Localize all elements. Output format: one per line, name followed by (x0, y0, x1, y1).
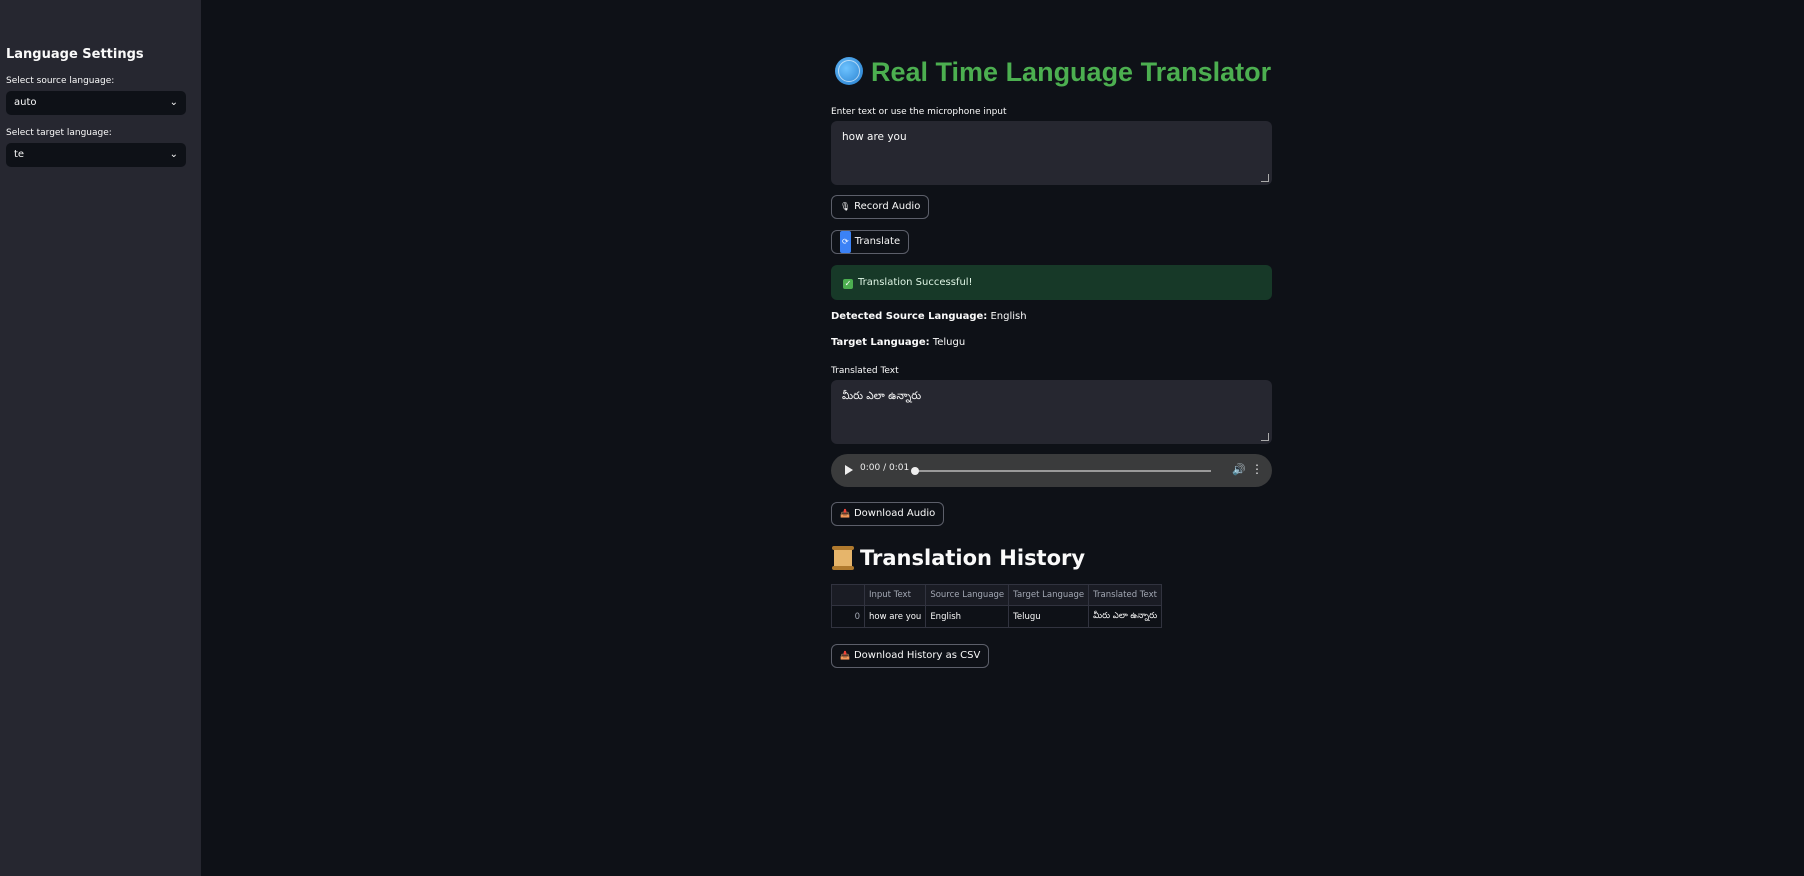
column-header-translated-text[interactable]: Translated Text (1088, 584, 1163, 606)
table-cell[interactable]: Telugu (1008, 605, 1090, 628)
target-language-info-value: Telugu (932, 337, 966, 348)
input-text: how are you (842, 131, 907, 143)
output-textarea[interactable]: మీరు ఎలా ఉన్నారు (831, 380, 1272, 444)
history-table: Input Text Source Language Target Langua… (831, 584, 1163, 628)
download-icon: 📥 (840, 651, 850, 660)
scroll-icon (832, 546, 854, 570)
target-language-info-label: Target Language: (831, 337, 930, 348)
detected-language: Detected Source Language: English (831, 311, 1027, 322)
sidebar-title: Language Settings (6, 47, 144, 62)
detected-language-value: English (990, 311, 1027, 322)
sidebar: Language Settings Select source language… (0, 0, 201, 876)
success-text: Translation Successful! (858, 277, 973, 288)
translate-label: Translate (854, 236, 901, 247)
target-language-label: Select target language: (6, 128, 112, 138)
input-label: Enter text or use the microphone input (831, 107, 1007, 117)
chevron-down-icon: ⌄ (169, 97, 178, 108)
table-cell[interactable]: 0 (831, 605, 865, 628)
target-language-value: te (14, 149, 25, 160)
check-icon: ✓ (843, 279, 853, 289)
table-cell[interactable]: how are you (863, 605, 927, 628)
translate-button[interactable]: ⟳ Translate (831, 230, 910, 254)
column-header-input-text[interactable]: Input Text (863, 584, 927, 606)
volume-icon[interactable]: 🔊 (1232, 463, 1246, 476)
detected-language-label: Detected Source Language: (831, 311, 988, 322)
input-textarea[interactable]: how are you (831, 121, 1272, 185)
source-language-select[interactable]: auto ⌄ (6, 91, 186, 115)
chevron-down-icon: ⌄ (169, 149, 178, 160)
source-language-label: Select source language: (6, 76, 115, 86)
table-cell[interactable]: మీరు ఎలా ఉన్నారు (1088, 605, 1163, 628)
output-label: Translated Text (831, 366, 899, 376)
resize-grip-icon[interactable] (1261, 433, 1269, 441)
microphone-icon: 🎙 (840, 202, 851, 211)
play-icon[interactable] (845, 465, 853, 475)
download-audio-button[interactable]: 📥 Download Audio (831, 502, 945, 526)
record-audio-label: Record Audio (854, 201, 921, 212)
output-text: మీరు ఎలా ఉన్నారు (842, 390, 922, 402)
history-heading-text: Translation History (860, 546, 1086, 570)
audio-progress-track[interactable] (915, 470, 1211, 472)
success-alert: ✓ Translation Successful! (831, 265, 1272, 300)
audio-progress-thumb[interactable] (911, 467, 919, 475)
refresh-icon: ⟳ (840, 231, 851, 253)
column-header-source-language[interactable]: Source Language (925, 584, 1010, 606)
download-audio-label: Download Audio (853, 508, 936, 519)
page-title: Real Time Language Translator (835, 57, 1271, 88)
target-language-info: Target Language: Telugu (831, 337, 965, 348)
column-header-index[interactable] (831, 584, 865, 606)
record-audio-button[interactable]: 🎙 Record Audio (831, 195, 930, 219)
source-language-value: auto (14, 97, 37, 108)
resize-grip-icon[interactable] (1261, 174, 1269, 182)
table-cell[interactable]: English (925, 605, 1010, 628)
history-heading: Translation History (832, 546, 1086, 570)
table-row: 0 how are you English Telugu మీరు ఎలా ఉన… (831, 605, 1163, 628)
audio-time: 0:00 / 0:01 (860, 463, 910, 473)
audio-player: 0:00 / 0:01 🔊 ⋮ (831, 454, 1272, 487)
column-header-target-language[interactable]: Target Language (1008, 584, 1090, 606)
download-csv-label: Download History as CSV (853, 650, 981, 661)
page-title-text: Real Time Language Translator (871, 57, 1272, 87)
table-header-row: Input Text Source Language Target Langua… (831, 584, 1163, 606)
target-language-select[interactable]: te ⌄ (6, 143, 186, 167)
download-icon: 📥 (840, 509, 850, 518)
download-csv-button[interactable]: 📥 Download History as CSV (831, 644, 990, 668)
globe-icon (835, 57, 863, 85)
more-options-icon[interactable]: ⋮ (1251, 462, 1263, 476)
